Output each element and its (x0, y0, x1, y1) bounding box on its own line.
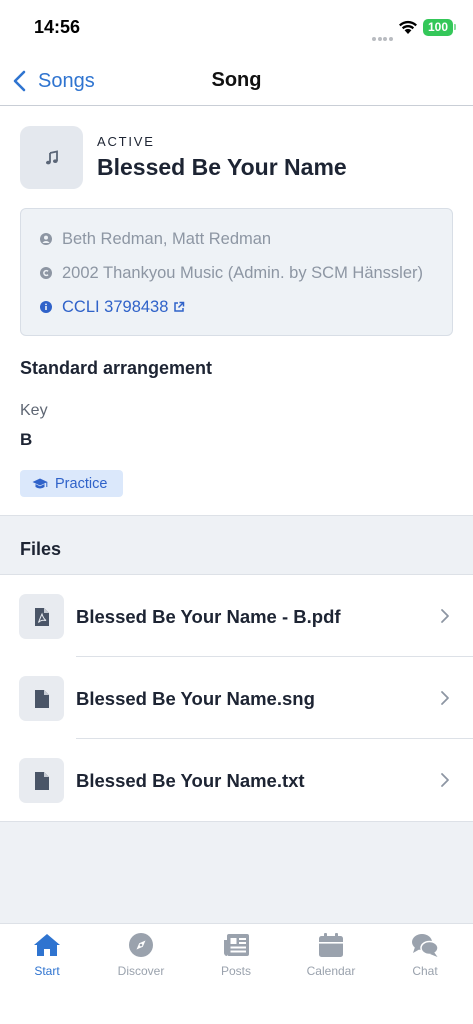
practice-button[interactable]: Practice (20, 470, 123, 497)
battery-indicator: 100 (423, 19, 453, 36)
tab-bar: Start Discover Posts Calendar Chat (0, 923, 473, 1024)
copyright-icon (40, 267, 52, 279)
song-status-label: ACTIVE (97, 134, 155, 149)
status-time: 14:56 (34, 17, 81, 37)
newspaper-icon (224, 934, 249, 956)
tab-chat[interactable]: Chat (378, 932, 472, 988)
compass-icon (129, 933, 153, 957)
tab-label: Calendar (306, 964, 356, 978)
file-name: Blessed Be Your Name.sng (76, 688, 315, 709)
file-icon-box (19, 594, 64, 639)
user-circle-icon (40, 233, 52, 245)
song-authors: Beth Redman, Matt Redman (62, 229, 272, 248)
music-note-icon (45, 149, 58, 164)
file-icon-box (19, 676, 64, 721)
practice-label: Practice (55, 475, 108, 492)
home-icon (34, 934, 60, 956)
song-thumbnail (20, 126, 83, 189)
authors-row: Beth Redman, Matt Redman (40, 228, 440, 250)
wifi-icon (399, 20, 417, 34)
ccli-link[interactable]: CCLI 3798438 (62, 298, 168, 317)
external-link-icon[interactable] (173, 301, 185, 313)
song-metadata-box: Beth Redman, Matt Redman 2002 Thankyou M… (20, 208, 453, 336)
ccli-row: CCLI 3798438 (40, 296, 440, 318)
file-icon-box (19, 758, 64, 803)
file-name: Blessed Be Your Name - B.pdf (76, 606, 341, 627)
chevron-right-icon (441, 609, 449, 623)
calendar-icon (319, 933, 343, 957)
file-row[interactable]: Blessed Be Your Name.sng (0, 657, 473, 739)
tab-posts[interactable]: Posts (189, 932, 283, 988)
page-title: Song (211, 69, 262, 91)
info-circle-icon (40, 301, 52, 313)
key-value: B (20, 430, 33, 449)
chevron-right-icon (441, 773, 449, 787)
files-list: Blessed Be Your Name - B.pdf Blessed Be … (0, 574, 473, 822)
tab-discover[interactable]: Discover (94, 932, 188, 988)
song-card: ACTIVE Blessed Be Your Name Beth Redman,… (0, 106, 473, 516)
status-bar: 14:56 100 (0, 0, 473, 56)
tab-label: Start (34, 964, 60, 978)
song-title: Blessed Be Your Name (97, 154, 347, 180)
tab-start[interactable]: Start (0, 932, 94, 988)
tab-label: Posts (220, 964, 251, 978)
file-row[interactable]: Blessed Be Your Name.txt (0, 739, 473, 821)
key-label: Key (20, 402, 48, 419)
chat-icon (412, 934, 439, 957)
file-icon (34, 689, 49, 708)
tab-label: Chat (412, 964, 438, 978)
graduation-cap-icon (32, 478, 48, 488)
file-row[interactable]: Blessed Be Your Name - B.pdf (0, 575, 473, 657)
files-section-title: Files (20, 539, 62, 559)
battery-tip (454, 24, 456, 30)
file-name: Blessed Be Your Name.txt (76, 770, 305, 791)
song-copyright: 2002 Thankyou Music (Admin. by SCM Hänss… (62, 263, 424, 282)
tab-label: Discover (117, 964, 165, 978)
file-icon (34, 771, 49, 790)
pdf-file-icon (34, 607, 49, 626)
copyright-row: 2002 Thankyou Music (Admin. by SCM Hänss… (40, 262, 440, 284)
cellular-signal-icon (372, 28, 394, 46)
navigation-bar: Songs Song (0, 56, 473, 106)
arrangement-title: Standard arrangement (20, 358, 213, 378)
tab-calendar[interactable]: Calendar (284, 932, 378, 988)
chevron-right-icon (441, 691, 449, 705)
